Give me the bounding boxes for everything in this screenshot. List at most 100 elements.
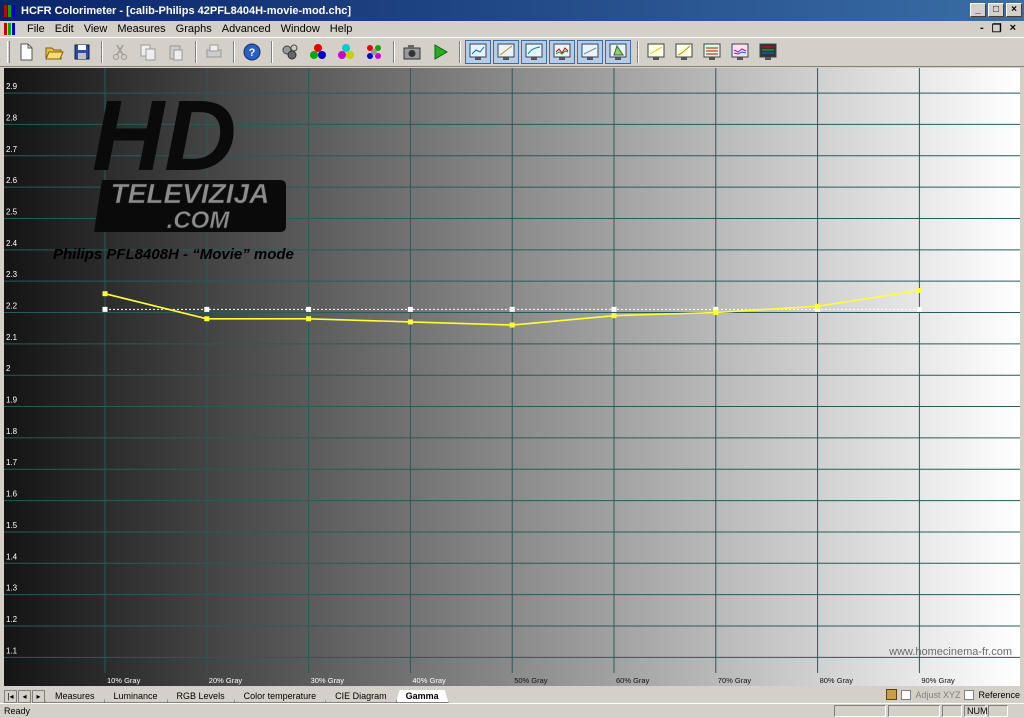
svg-text:?: ? xyxy=(249,47,256,59)
tab-color-temperature[interactable]: Color temperature xyxy=(234,690,327,703)
cut-icon[interactable] xyxy=(107,40,133,64)
menu-measures[interactable]: Measures xyxy=(112,23,170,35)
camera-icon[interactable] xyxy=(399,40,425,64)
menu-view[interactable]: View xyxy=(79,23,113,35)
graph-cie-icon[interactable] xyxy=(605,40,631,64)
menu-edit[interactable]: Edit xyxy=(50,23,79,35)
play-icon[interactable] xyxy=(427,40,453,64)
logo-line1-text: TELEVIZIJA xyxy=(111,178,270,209)
y-tick-label: 2.3 xyxy=(6,270,18,279)
toolbar-separator xyxy=(459,41,461,63)
measure-all-icon[interactable] xyxy=(361,40,387,64)
reference-point xyxy=(916,306,922,312)
graph-5-icon[interactable] xyxy=(577,40,603,64)
print-icon[interactable] xyxy=(201,40,227,64)
reference-point xyxy=(204,306,210,312)
menu-window[interactable]: Window xyxy=(276,23,325,35)
toolbar-separator xyxy=(233,41,235,63)
graph-3-icon[interactable] xyxy=(521,40,547,64)
y-tick-label: 2.1 xyxy=(6,333,18,342)
resize-grip-icon[interactable] xyxy=(1010,705,1022,717)
adjust-xyz-label: Adjust XYZ xyxy=(915,689,961,700)
logo-line2-text: .COM xyxy=(167,207,231,234)
menu-graphs[interactable]: Graphs xyxy=(171,23,217,35)
status-bar: Ready NUM xyxy=(0,703,1024,718)
overlay-subtitle: Philips PFL8408H - “Movie” mode xyxy=(53,246,294,263)
document-icon[interactable] xyxy=(4,23,18,35)
window-title: HCFR Colorimeter - [calib-Philips 42PFL8… xyxy=(21,4,352,17)
save-icon[interactable] xyxy=(69,40,95,64)
open-icon[interactable] xyxy=(41,40,67,64)
y-tick-label: 2.8 xyxy=(6,113,18,122)
graph-9-icon[interactable] xyxy=(727,40,753,64)
help-icon[interactable]: ? xyxy=(239,40,265,64)
reference-label: Reference xyxy=(978,689,1020,700)
graph-1-icon[interactable] xyxy=(465,40,491,64)
mdi-close-button[interactable]: × xyxy=(1010,22,1016,35)
y-tick-label: 1.7 xyxy=(6,458,18,467)
measured-gamma-point xyxy=(611,313,617,319)
measure-primaries-icon[interactable] xyxy=(305,40,331,64)
measure-gray-icon[interactable] xyxy=(277,40,303,64)
mdi-restore-button[interactable]: ❐ xyxy=(992,22,1002,35)
reference-point xyxy=(102,306,108,312)
tab-nav-first[interactable]: |◂ xyxy=(4,690,17,703)
x-tick-label: 20% Gray xyxy=(209,676,243,685)
close-button[interactable]: × xyxy=(1006,3,1022,17)
graph-2-icon[interactable] xyxy=(493,40,519,64)
minimize-button[interactable]: _ xyxy=(970,3,986,17)
paste-icon[interactable] xyxy=(163,40,189,64)
overlay-site: www.homecinema-fr.com xyxy=(889,646,1012,658)
graph-7-icon[interactable] xyxy=(671,40,697,64)
x-tick-label: 90% Gray xyxy=(921,676,955,685)
menu-advanced[interactable]: Advanced xyxy=(217,23,276,35)
toolbar-separator xyxy=(101,41,103,63)
y-tick-label: 2.2 xyxy=(6,302,18,311)
menu-help[interactable]: Help xyxy=(325,23,358,35)
y-tick-label: 1.6 xyxy=(6,490,18,499)
tab-measures[interactable]: Measures xyxy=(45,690,105,703)
graph-4-icon[interactable] xyxy=(549,40,575,64)
tab-cie-diagram[interactable]: CIE Diagram xyxy=(325,690,397,703)
maximize-button[interactable]: □ xyxy=(988,3,1004,17)
y-tick-label: 1.2 xyxy=(6,615,18,624)
status-pane-2 xyxy=(888,705,940,717)
x-tick-label: 50% Gray xyxy=(514,676,548,685)
measured-gamma-point xyxy=(102,291,108,297)
tab-nav-prev[interactable]: ◂ xyxy=(18,690,31,703)
reference-point xyxy=(306,306,312,312)
tab-luminance[interactable]: Luminance xyxy=(104,690,168,703)
measure-secondaries-icon[interactable] xyxy=(333,40,359,64)
y-tick-label: 2.9 xyxy=(6,82,18,91)
new-icon[interactable] xyxy=(13,40,39,64)
reference-point xyxy=(407,306,413,312)
adjust-xyz-checkbox[interactable] xyxy=(901,689,912,700)
toolbar-grip[interactable] xyxy=(7,41,10,63)
graph-8-icon[interactable] xyxy=(699,40,725,64)
reference-checkbox[interactable] xyxy=(964,689,975,700)
tab-nav-next[interactable]: ▸ xyxy=(32,690,45,703)
y-tick-label: 2 xyxy=(6,364,11,373)
reference-point xyxy=(509,306,515,312)
copy-icon[interactable] xyxy=(135,40,161,64)
adjust-icon[interactable] xyxy=(886,689,898,700)
y-tick-label: 2.7 xyxy=(6,145,18,154)
graph-10-icon[interactable] xyxy=(755,40,781,64)
tab-gamma[interactable]: Gamma xyxy=(396,690,449,703)
x-tick-label: 70% Gray xyxy=(718,676,752,685)
tab-rgb-levels[interactable]: RGB Levels xyxy=(167,690,235,703)
menu-file[interactable]: File xyxy=(22,23,50,35)
measured-gamma-point xyxy=(407,319,413,325)
x-tick-label: 30% Gray xyxy=(311,676,345,685)
status-num-pane: NUM xyxy=(964,705,988,717)
measured-gamma-point xyxy=(815,303,821,309)
mdi-minimize-button[interactable]: - xyxy=(980,22,984,35)
measured-gamma-point xyxy=(916,288,922,294)
app-icon xyxy=(4,4,16,17)
status-pane-5 xyxy=(988,705,1008,717)
title-bar: HCFR Colorimeter - [calib-Philips 42PFL8… xyxy=(0,0,1024,21)
hdtelevizija-logo: HD TELEVIZIJA .COM xyxy=(90,80,290,241)
toolbar-separator xyxy=(637,41,639,63)
graph-6-icon[interactable] xyxy=(643,40,669,64)
status-pane-1 xyxy=(834,705,886,717)
